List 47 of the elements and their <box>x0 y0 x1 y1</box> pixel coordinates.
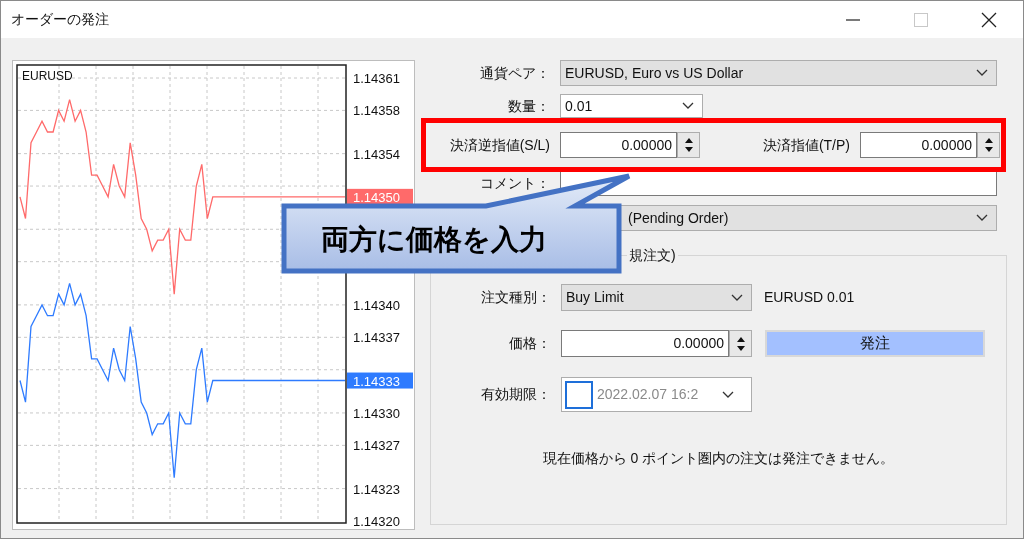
chevron-down-icon <box>976 214 988 222</box>
axis-label: 1.14358 <box>353 103 400 119</box>
dropdown[interactable]: 0.01 <box>560 94 703 118</box>
callout-text: 両方に価格を入力 <box>321 223 547 257</box>
spinner-button[interactable] <box>677 132 700 158</box>
price-tag: 1.14333 <box>347 372 413 389</box>
date-value: 2022.02.07 16:2 <box>597 385 699 404</box>
axis-label: 1.14327 <box>353 438 400 454</box>
axis-label: 1.14323 <box>353 481 400 497</box>
up-down-arrows-icon <box>683 137 694 153</box>
field-label: 通貨ペア： <box>479 63 550 83</box>
chevron-down-icon <box>731 293 743 302</box>
field-label: 有効期限： <box>480 385 551 404</box>
axis-label: 1.14337 <box>353 330 400 346</box>
axis-label: 1.14330 <box>353 405 400 421</box>
chevron-down-icon <box>682 102 694 110</box>
input-field[interactable]: 0.00000 <box>560 132 677 158</box>
field-label: 価格： <box>508 334 551 353</box>
field-label: 注文種別： <box>480 288 551 307</box>
axis-label: 1.14320 <box>353 514 400 529</box>
up-down-arrows-icon <box>983 137 994 153</box>
group-title: 規注文) <box>627 245 678 266</box>
input-field[interactable]: 0.00000 <box>860 132 977 158</box>
chart-symbol: EURUSD <box>22 69 73 83</box>
dropdown[interactable]: Buy Limit <box>561 284 752 311</box>
spinner-button[interactable] <box>729 330 752 357</box>
axis-label: 1.14354 <box>353 146 400 162</box>
spinner-button[interactable] <box>977 132 1000 158</box>
dropdown[interactable]: EURUSD, Euro vs US Dollar <box>560 60 997 86</box>
up-down-arrows-icon <box>735 335 746 352</box>
price-tag: 1.14350 <box>347 188 413 205</box>
close-icon[interactable] <box>981 11 997 28</box>
field-label: コメント： <box>479 173 550 193</box>
field-label: 決済逆指値(S/L) <box>448 135 550 155</box>
field-label: 数量： <box>507 96 550 116</box>
field-label: 決済指値(T/P) <box>761 135 850 155</box>
window-title: オーダーの発注 <box>10 10 109 29</box>
input-field[interactable]: 0.00000 <box>561 330 729 357</box>
axis-label: 1.14361 <box>353 71 400 86</box>
order-summary: EURUSD 0.01 <box>764 288 855 307</box>
place-order-button[interactable]: 発注 <box>765 330 985 357</box>
checkbox[interactable] <box>565 380 593 409</box>
date-picker[interactable]: 2022.02.07 16:2 <box>561 377 752 412</box>
chevron-down-icon <box>722 390 734 399</box>
axis-label: 1.14340 <box>353 297 400 313</box>
info-text: 現在価格から 0 ポイント圏内の注文は発注できません。 <box>541 449 896 468</box>
chevron-down-icon <box>976 69 988 77</box>
